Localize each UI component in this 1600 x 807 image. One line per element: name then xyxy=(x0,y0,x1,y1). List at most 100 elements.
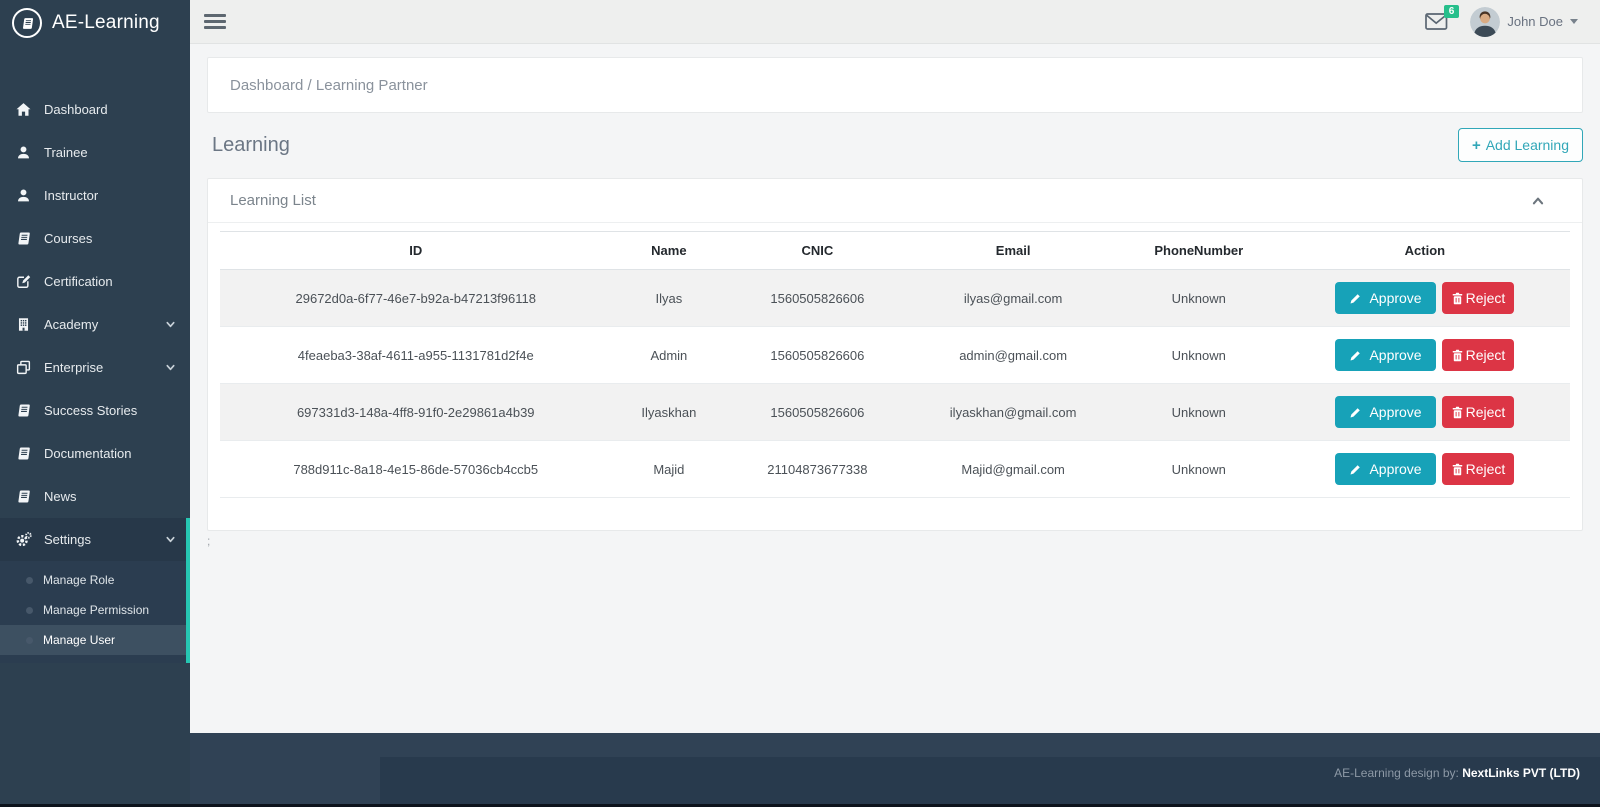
sidebar-item-success-stories[interactable]: Success Stories xyxy=(0,389,190,432)
bullet-icon xyxy=(26,636,33,644)
caret-down-icon xyxy=(1570,19,1578,24)
add-learning-label: Add Learning xyxy=(1485,137,1569,153)
user-icon xyxy=(14,144,32,162)
cell-name: Majid xyxy=(611,440,727,498)
sidebar-item-label: Instructor xyxy=(44,188,99,203)
sidebar-item-documentation[interactable]: Documentation xyxy=(0,432,190,475)
building-icon xyxy=(14,316,32,334)
cell-cnic: 1560505826606 xyxy=(726,269,909,327)
add-learning-button[interactable]: + Add Learning xyxy=(1457,128,1583,162)
topbar: 6 John Doe xyxy=(190,0,1600,44)
reject-label: Reject xyxy=(1465,404,1506,420)
sidebar-item-label: Settings xyxy=(44,532,91,547)
sidebar-item-trainee[interactable]: Trainee xyxy=(0,131,190,174)
cell-email: ilyas@gmail.com xyxy=(908,269,1118,327)
sidebar-item-academy[interactable]: Academy xyxy=(0,303,190,346)
sub-item-label: Manage Role xyxy=(43,573,115,587)
sidebar-item-instructor[interactable]: Instructor xyxy=(0,174,190,217)
approve-label: Approve xyxy=(1369,290,1422,306)
cell-name: Ilyas xyxy=(611,269,727,327)
approve-button[interactable]: Approve xyxy=(1335,282,1436,314)
approve-label: Approve xyxy=(1369,461,1422,477)
bullet-icon xyxy=(26,606,33,614)
footer-credit-text: AE-Learning design by: xyxy=(1334,766,1463,780)
mail-badge: 6 xyxy=(1443,5,1460,18)
pencil-icon xyxy=(1349,349,1362,362)
app-logo[interactable]: AE-Learning xyxy=(0,0,190,46)
sidebar-item-label: Trainee xyxy=(44,145,88,160)
book-icon xyxy=(14,230,32,248)
table-row: 697331d3-148a-4ff8-91f0-2e29861a4b39 Ily… xyxy=(220,383,1570,441)
sub-item-label: Manage Permission xyxy=(43,603,150,617)
cell-id: 29672d0a-6f77-46e7-b92a-b47213f96118 xyxy=(220,269,612,327)
sidebar-item-label: News xyxy=(44,489,77,504)
reject-button[interactable]: Reject xyxy=(1441,282,1515,314)
breadcrumb-text: Dashboard / Learning Partner xyxy=(230,76,428,94)
table-row: 788d911c-8a18-4e15-86de-57036cb4ccb5 Maj… xyxy=(220,440,1570,498)
mail-button[interactable]: 6 xyxy=(1425,5,1460,31)
table-row: 4feaeba3-38af-4611-a955-1131781d2f4e Adm… xyxy=(220,326,1570,384)
reject-button[interactable]: Reject xyxy=(1441,396,1515,428)
learning-table: ID Name CNIC Email PhoneNumber Action 29… xyxy=(220,231,1570,498)
column-header-name: Name xyxy=(611,231,727,270)
reject-button[interactable]: Reject xyxy=(1441,453,1515,485)
approve-button[interactable]: Approve xyxy=(1335,453,1436,485)
sidebar-item-manage-role[interactable]: Manage Role xyxy=(0,565,190,595)
hamburger-icon xyxy=(204,20,226,23)
app-window: AE-Learning Dashboard Trainee Instructor… xyxy=(0,0,1600,807)
user-menu[interactable]: John Doe xyxy=(1470,7,1578,37)
cell-name: Ilyaskhan xyxy=(611,383,727,441)
chevron-down-icon xyxy=(165,534,176,545)
cell-id: 697331d3-148a-4ff8-91f0-2e29861a4b39 xyxy=(220,383,612,441)
cell-name: Admin xyxy=(611,326,727,384)
cell-email: ilyaskhan@gmail.com xyxy=(908,383,1118,441)
table-row: 29672d0a-6f77-46e7-b92a-b47213f96118 Ily… xyxy=(220,269,1570,327)
card-header: Learning List xyxy=(208,179,1582,223)
column-header-cnic: CNIC xyxy=(726,231,909,270)
cell-phone: Unknown xyxy=(1117,440,1280,498)
footer: AE-Learning design by: NextLinks PVT (LT… xyxy=(380,757,1600,807)
page-title: Learning xyxy=(212,133,290,156)
sidebar-item-settings[interactable]: Settings xyxy=(0,518,190,561)
main-area: 6 John Doe Dashboard / Learning Partner … xyxy=(190,0,1600,807)
sidebar-item-manage-user[interactable]: Manage User xyxy=(0,625,190,655)
user-name: John Doe xyxy=(1507,14,1563,29)
sidebar-item-label: Courses xyxy=(44,231,93,246)
column-header-email: Email xyxy=(908,231,1118,270)
hamburger-icon xyxy=(204,26,226,29)
approve-label: Approve xyxy=(1369,347,1422,363)
sidebar-item-label: Enterprise xyxy=(44,360,104,375)
sidebar-item-enterprise[interactable]: Enterprise xyxy=(0,346,190,389)
sidebar-item-news[interactable]: News xyxy=(0,475,190,518)
sidebar-item-manage-permission[interactable]: Manage Permission xyxy=(0,595,190,625)
sidebar-item-label: Documentation xyxy=(44,446,132,461)
book-icon xyxy=(14,488,32,506)
breadcrumb: Dashboard / Learning Partner xyxy=(207,57,1583,113)
reject-label: Reject xyxy=(1465,461,1506,477)
approve-button[interactable]: Approve xyxy=(1335,339,1436,371)
edit-square-icon xyxy=(14,273,32,291)
sidebar-item-dashboard[interactable]: Dashboard xyxy=(0,88,190,131)
home-icon xyxy=(14,101,32,119)
sidebar-nav: Dashboard Trainee Instructor Courses Cer… xyxy=(0,88,190,663)
avatar xyxy=(1470,7,1500,37)
reject-label: Reject xyxy=(1465,290,1506,306)
sidebar-item-label: Academy xyxy=(44,317,99,332)
bullet-icon xyxy=(26,576,33,584)
card-title: Learning List xyxy=(230,192,316,209)
sidebar-item-certification[interactable]: Certification xyxy=(0,260,190,303)
reject-button[interactable]: Reject xyxy=(1441,339,1515,371)
pencil-icon xyxy=(1349,406,1362,419)
book-logo-icon xyxy=(12,8,42,38)
approve-button[interactable]: Approve xyxy=(1335,396,1436,428)
menu-toggle-button[interactable] xyxy=(204,14,226,29)
trash-icon xyxy=(1451,406,1464,419)
collapse-chevron-icon[interactable] xyxy=(1531,194,1545,208)
sidebar-item-courses[interactable]: Courses xyxy=(0,217,190,260)
active-section-accent-bar xyxy=(186,518,190,663)
pencil-icon xyxy=(1349,292,1362,305)
sidebar: AE-Learning Dashboard Trainee Instructor… xyxy=(0,0,190,807)
topbar-right: 6 John Doe xyxy=(1425,5,1578,37)
column-header-action: Action xyxy=(1279,231,1570,270)
trash-icon xyxy=(1451,463,1464,476)
